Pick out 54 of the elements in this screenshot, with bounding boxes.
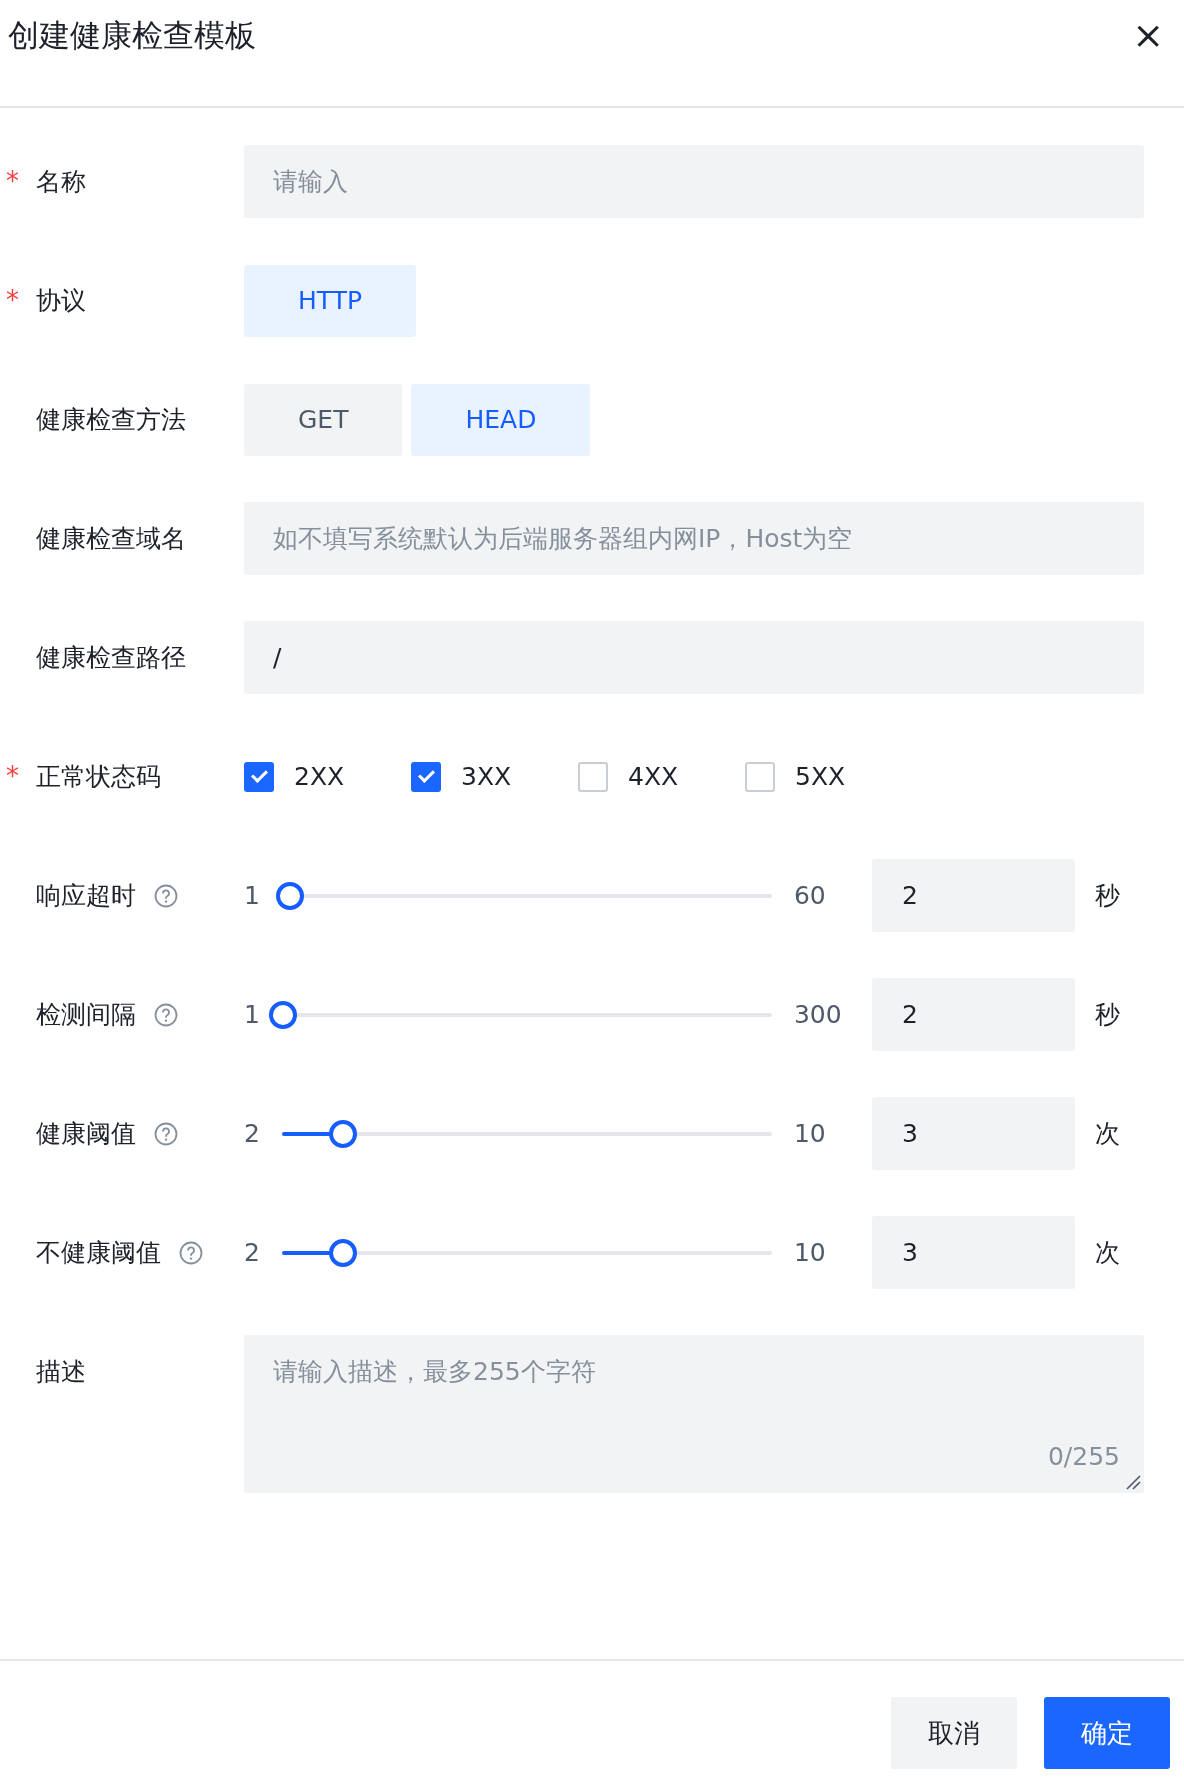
slider-min-label: 1 — [244, 879, 260, 912]
slider-min-label: 2 — [244, 1117, 260, 1150]
slider-max-label: 60 — [793, 879, 827, 912]
required-mark: * — [6, 760, 20, 793]
field-label: 检测间隔 — [36, 998, 136, 1031]
required-mark: * — [6, 284, 20, 317]
checkbox[interactable] — [244, 761, 274, 792]
option-button[interactable]: HTTP — [244, 264, 416, 337]
field-label: 健康检查域名 — [36, 522, 186, 555]
checkbox-label: 2XX — [294, 760, 345, 793]
field-label: 健康阈值 — [36, 1117, 136, 1150]
field-label: 健康检查方法 — [36, 403, 186, 436]
field-label: 不健康阈值 — [36, 1236, 161, 1269]
slider-max-label: 10 — [793, 1117, 827, 1150]
close-button[interactable]: × — [1128, 16, 1168, 54]
dialog-title: 创建健康检查模板 — [8, 15, 256, 55]
field-label: 响应超时 — [36, 879, 136, 912]
option-button[interactable]: HEAD — [411, 383, 591, 456]
slider-handle[interactable] — [269, 1000, 298, 1029]
slider-handle[interactable] — [329, 1119, 358, 1148]
checkbox[interactable] — [745, 761, 775, 792]
number-field[interactable]: 2 — [871, 978, 1075, 1051]
checkbox[interactable] — [578, 761, 608, 792]
field-label: 健康检查路径 — [36, 641, 186, 674]
checkbox-label: 3XX — [461, 760, 512, 793]
option-button[interactable]: GET — [244, 383, 403, 456]
slider-max-label: 10 — [793, 1236, 827, 1269]
unit-label: 次 — [1094, 1236, 1120, 1269]
slider-min-label: 2 — [244, 1236, 260, 1269]
field-label: 名称 — [36, 165, 86, 198]
cancel-button[interactable]: 取消 — [891, 1697, 1017, 1769]
field-label: 正常状态码 — [36, 760, 161, 793]
unit-label: 秒 — [1094, 879, 1120, 912]
resize-handle-icon[interactable] — [1125, 1474, 1141, 1490]
required-mark: * — [6, 165, 20, 198]
checkbox-label: 5XX — [795, 760, 846, 793]
unit-label: 次 — [1094, 1117, 1120, 1150]
field-label: 描述 — [36, 1356, 86, 1388]
unit-label: 秒 — [1094, 998, 1120, 1031]
number-field[interactable]: 2 — [871, 859, 1075, 932]
text-field[interactable]: 请输入 — [244, 145, 1144, 218]
slider-max-label: 300 — [793, 998, 843, 1031]
text-field[interactable]: 如不填写系统默认为后端服务器组内网IP，Host为空 — [244, 502, 1144, 575]
slider-handle[interactable] — [329, 1238, 358, 1267]
character-counter: 0/255 — [1047, 1440, 1120, 1473]
checkbox-label: 4XX — [628, 760, 679, 793]
checkbox[interactable] — [411, 761, 441, 792]
confirm-button[interactable]: 确定 — [1044, 1697, 1170, 1769]
slider-handle[interactable] — [276, 881, 305, 910]
number-field[interactable]: 3 — [871, 1097, 1075, 1170]
field-label: 协议 — [36, 284, 86, 317]
slider-min-label: 1 — [244, 998, 260, 1031]
text-field[interactable]: / — [244, 621, 1144, 694]
number-field[interactable]: 3 — [871, 1216, 1075, 1289]
